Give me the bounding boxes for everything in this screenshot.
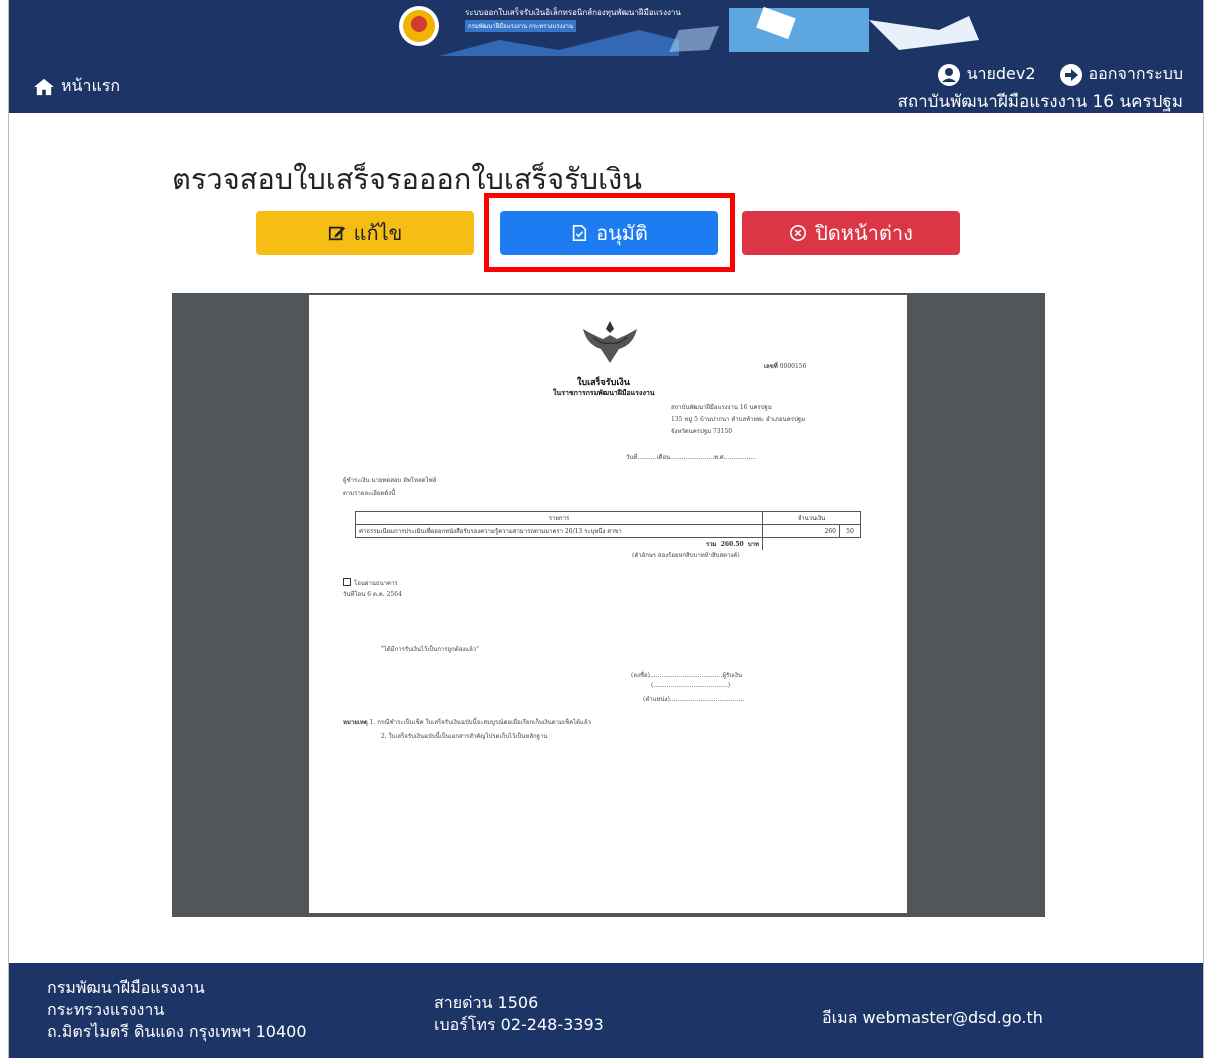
approve-highlight-box (484, 193, 735, 272)
banner-subtitle: กรมพัฒนาฝีมือแรงงาน กระทรวงแรงงาน (465, 20, 577, 32)
user-profile-link[interactable]: นายdev2 (936, 62, 1036, 87)
table-row: ค่าธรรมเนียมการประเมินเพื่อออกหนังสือรับ… (355, 524, 861, 538)
close-window-button[interactable]: ปิดหน้าต่าง (742, 211, 960, 255)
payer-detail: ตามรายละเอียดดังนี้ (343, 490, 396, 497)
home-link[interactable]: หน้าแรก (33, 74, 120, 99)
edit-label: แก้ไข (353, 221, 403, 245)
edit-icon (328, 226, 345, 241)
receipt-number: 0000156 (779, 363, 807, 370)
footer-hotline: สายด่วน 1506 (434, 993, 539, 1012)
garuda-emblem-icon (583, 321, 637, 363)
logout-link[interactable]: ออกจากระบบ (1058, 62, 1183, 87)
footer-address: กรมพัฒนาฝีมือแรงงาน กระทรวงแรงงาน ถ.มิตร… (47, 977, 307, 1043)
logout-label: ออกจากระบบ (1088, 64, 1183, 83)
site-footer: กรมพัฒนาฝีมือแรงงาน กระทรวงแรงงาน ถ.มิตร… (9, 963, 1203, 1058)
close-window-label: ปิดหน้าต่าง (815, 221, 913, 245)
table-header-amount: จำนวนเงิน (762, 511, 861, 525)
total-unit: บาท (747, 541, 759, 548)
receipt-title: ใบเสร็จรับเงิน (577, 378, 630, 388)
name-line: (.......................................… (651, 682, 731, 689)
home-icon (34, 78, 54, 95)
table-header-item: รายการ (355, 511, 763, 525)
footer-dept-line-3: ถ.มิตรไมตรี ดินแดง กรุงเทพฯ 10400 (47, 1022, 307, 1041)
user-area: นายdev2 ออกจากระบบ (936, 62, 1183, 87)
user-icon (937, 63, 960, 86)
pdf-viewer[interactable]: เลขที่ 0000156 ใบเสร็จรับเงิน ในราชการกร… (172, 293, 1045, 917)
issuer-line-1: สถาบันพัฒนาฝีมือแรงงาน 16 นครปฐม (671, 404, 772, 411)
total-value: 260.50 (720, 541, 744, 548)
remark-2: 2. ใบเสร็จรับเงินฉบับนี้เป็นเอกสารสำคัญโ… (381, 733, 548, 740)
total-in-words: (ตัวอักษร สองร้อยหกสิบบาทห้าสิบสตางค์) (632, 552, 740, 559)
signature-line: (ลงชื่อ)................................… (631, 672, 743, 679)
footer-phone: เบอร์โทร 02-248-3393 (434, 1015, 604, 1034)
remark-label: หมายเหตุ (343, 719, 368, 726)
remark-1: 1. กรณีชำระเป็นเช็ค ใบเสร็จรับเงินฉบับนี… (369, 719, 591, 726)
banner-title: ระบบออกใบเสร็จรับเงินอิเล็กทรอนิกส์กองทุ… (465, 8, 681, 17)
footer-dept-line-1: กรมพัฒนาฝีมือแรงงาน (47, 978, 205, 997)
row-description: ค่าธรรมเนียมการประเมินเพื่อออกหนังสือรับ… (355, 524, 763, 538)
transfer-checkbox (343, 578, 351, 586)
receipt-items-table: รายการ จำนวนเงิน ค่าธรรมเนียมการประเมินเ… (355, 511, 861, 550)
home-label: หน้าแรก (61, 76, 121, 95)
footer-contact: สายด่วน 1506 เบอร์โทร 02-248-3393 (434, 992, 604, 1036)
receipt-number-label: เลขที่ (764, 363, 778, 370)
close-circle-icon (790, 224, 807, 242)
payment-date: วันที่โอน 6 ต.ค. 2564 (343, 591, 402, 598)
footer-email: อีเมล webmaster@dsd.go.th (822, 1008, 1043, 1027)
received-note: "ได้มีการรับเงินไว้เป็นการถูกต้องแล้ว" (381, 646, 479, 653)
user-name: นายdev2 (966, 64, 1036, 83)
receipt-document: เลขที่ 0000156 ใบเสร็จรับเงิน ในราชการกร… (309, 295, 907, 913)
position-line: (ตำแหน่ง)...............................… (643, 696, 745, 703)
date-line: วันที่..........เดือน...................… (626, 454, 757, 461)
row-satang: 50 (839, 524, 861, 538)
receipt-subtitle: ในราชการกรมพัฒนาฝีมือแรงงาน (553, 388, 655, 397)
issuer-line-3: จังหวัดนครปฐม 73150 (671, 428, 733, 435)
header-banner: ระบบออกใบเสร็จรับเงินอิเล็กทรอนิกส์กองทุ… (379, 0, 979, 56)
issuer-line-2: 135 หมู่ 5 บ้านปากนา ตำบลท้ายพะ อำเภอนคร… (671, 416, 806, 423)
org-name: สถาบันพัฒนาฝีมือแรงงาน 16 นครปฐม (897, 92, 1183, 112)
logout-icon (1059, 63, 1082, 86)
row-baht: 260 (762, 524, 840, 538)
total-label: รวม (705, 541, 717, 548)
footer-dept-line-2: กระทรวงแรงงาน (47, 1000, 165, 1019)
site-header: ระบบออกใบเสร็จรับเงินอิเล็กทรอนิกส์กองทุ… (9, 0, 1203, 113)
edit-button[interactable]: แก้ไข (256, 211, 474, 255)
payment-method: โอนผ่านธนาคาร (354, 580, 398, 587)
payer-line: ผู้ชำระเงิน นายทดสอบ อัพโหลดไฟล์ (343, 477, 437, 484)
